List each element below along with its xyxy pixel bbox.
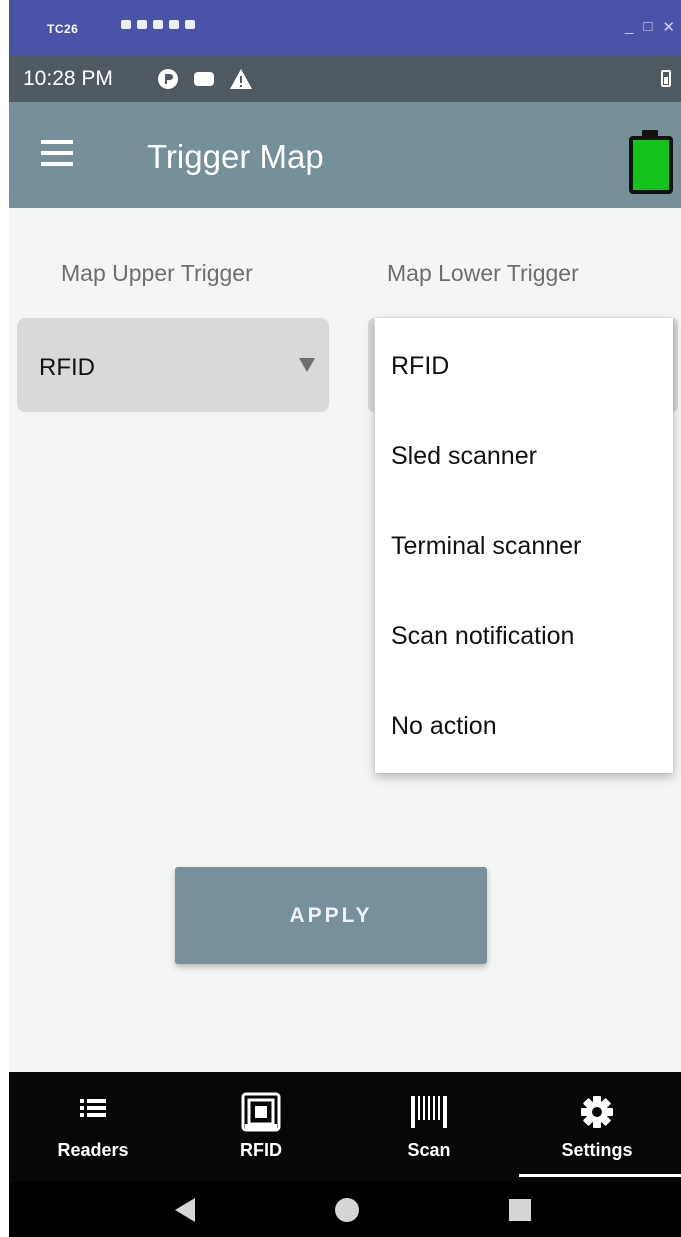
menu-icon[interactable] bbox=[41, 140, 75, 166]
nav-item-readers[interactable]: Readers bbox=[9, 1072, 177, 1182]
lower-trigger-label: Map Lower Trigger bbox=[387, 260, 579, 286]
warning-icon bbox=[230, 69, 252, 89]
status-bar: 10:28 PM bbox=[9, 56, 681, 102]
lower-trigger-select-edge bbox=[368, 318, 374, 412]
active-tab-indicator bbox=[519, 1174, 681, 1177]
camera-icon[interactable] bbox=[121, 20, 131, 29]
dropdown-arrow-icon bbox=[299, 358, 315, 372]
apply-button[interactable]: APPLY bbox=[175, 867, 487, 964]
status-time: 10:28 PM bbox=[23, 67, 113, 90]
message-icon bbox=[194, 72, 214, 86]
bottom-navigation: Readers RFID Scan Settings bbox=[9, 1072, 681, 1182]
nav-label-settings: Settings bbox=[561, 1140, 633, 1160]
nav-label-scan: Scan bbox=[407, 1140, 451, 1160]
lower-trigger-dropdown: RFID Sled scanner Terminal scanner Scan … bbox=[375, 318, 673, 773]
dropdown-option-no-action[interactable]: No action bbox=[391, 712, 661, 741]
window-title: TC26 bbox=[47, 22, 79, 36]
system-navigation-bar bbox=[9, 1182, 681, 1237]
battery-status-icon bbox=[661, 70, 671, 87]
rfid-icon bbox=[241, 1092, 281, 1132]
nav-label-rfid: RFID bbox=[240, 1140, 282, 1160]
close-button[interactable]: ✕ bbox=[662, 18, 675, 36]
reader-battery-icon bbox=[629, 130, 673, 194]
dropdown-option-sled-scanner[interactable]: Sled scanner bbox=[391, 442, 661, 471]
list-icon bbox=[80, 1099, 106, 1117]
dropdown-option-terminal-scanner[interactable]: Terminal scanner bbox=[391, 532, 661, 561]
upper-trigger-value: RFID bbox=[39, 354, 95, 381]
nav-item-scan[interactable]: Scan bbox=[345, 1072, 513, 1182]
recent-apps-icon[interactable] bbox=[509, 1199, 531, 1221]
upper-trigger-select[interactable]: RFID bbox=[17, 318, 329, 412]
window-controls: _ □ ✕ bbox=[625, 18, 675, 36]
back-icon[interactable] bbox=[175, 1198, 195, 1222]
window-title-bar: TC26 _ □ ✕ bbox=[9, 0, 681, 56]
upper-trigger-label: Map Upper Trigger bbox=[61, 260, 253, 286]
fullscreen-icon[interactable] bbox=[169, 20, 179, 29]
app-bar: Trigger Map bbox=[9, 102, 681, 208]
home-icon[interactable] bbox=[335, 1198, 359, 1222]
maximize-button[interactable]: □ bbox=[643, 18, 652, 36]
headset-icon[interactable] bbox=[153, 20, 163, 29]
settings-small-icon[interactable] bbox=[185, 20, 195, 29]
video-icon[interactable] bbox=[137, 20, 147, 29]
nav-item-settings[interactable]: Settings bbox=[513, 1072, 681, 1182]
device-screen: TC26 _ □ ✕ 10:28 PM Trigger Map Map Uppe… bbox=[9, 0, 681, 1237]
status-icons bbox=[157, 68, 253, 90]
dropdown-option-rfid[interactable]: RFID bbox=[391, 352, 661, 381]
minimize-button[interactable]: _ bbox=[625, 18, 633, 36]
dropdown-option-scan-notification[interactable]: Scan notification bbox=[391, 622, 661, 651]
nav-label-readers: Readers bbox=[57, 1140, 129, 1160]
page-title: Trigger Map bbox=[147, 138, 324, 175]
window-toolbar-icons bbox=[121, 20, 195, 29]
gear-icon bbox=[581, 1096, 613, 1128]
barcode-icon bbox=[411, 1096, 447, 1128]
nav-item-rfid[interactable]: RFID bbox=[177, 1072, 345, 1182]
notification-app-icon bbox=[158, 69, 178, 89]
